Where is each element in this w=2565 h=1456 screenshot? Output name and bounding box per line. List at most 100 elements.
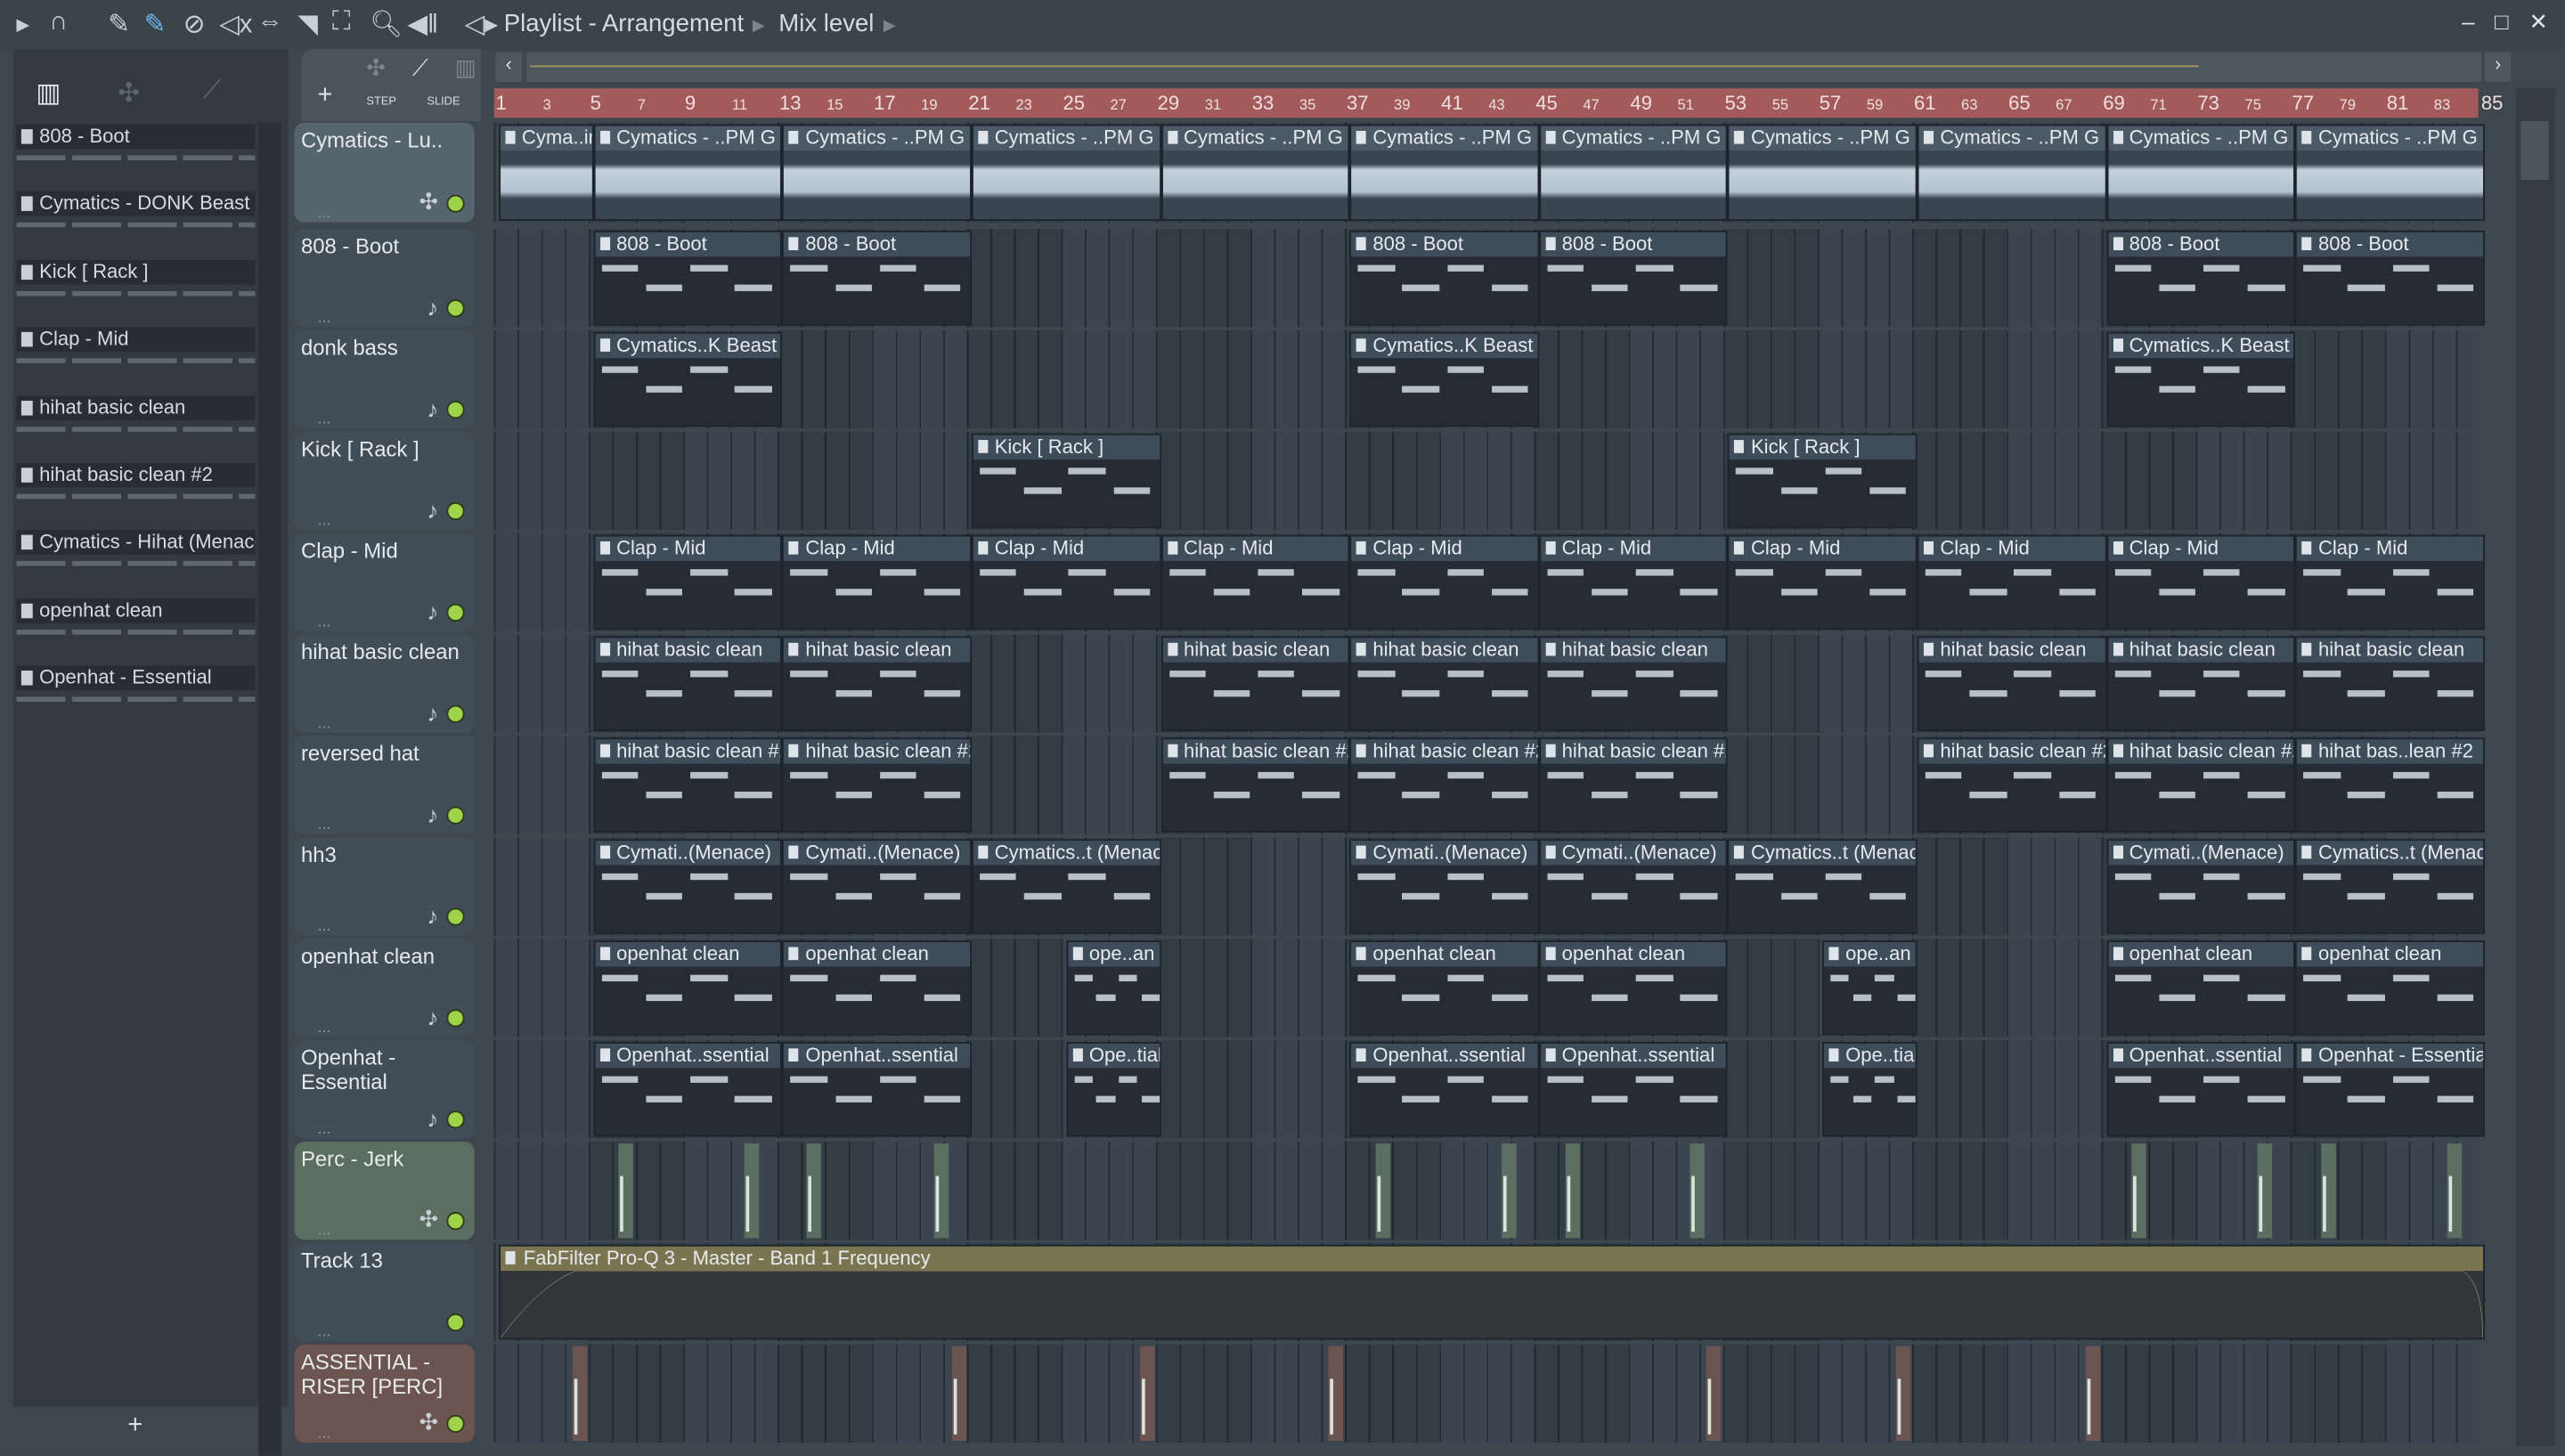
pattern-clip[interactable]: Openhat - Essential xyxy=(2295,1041,2485,1137)
audio-wave-icon[interactable]: ✣ xyxy=(118,77,140,110)
track-lane[interactable]: FabFilter Pro-Q 3 - Master - Band 1 Freq… xyxy=(493,1242,2485,1342)
audio-clip[interactable]: Cyma..in xyxy=(499,124,594,221)
sample-clip[interactable] xyxy=(2257,1143,2273,1239)
slide-toggle[interactable]: SLIDE xyxy=(427,96,460,108)
track-header[interactable]: Clap - Mid ♪... xyxy=(294,533,475,631)
sample-clip[interactable] xyxy=(952,1346,968,1442)
browser-item[interactable]: Cymatics - DONK Beast (C) xyxy=(16,191,256,217)
track-lane[interactable]: Cymatics..K Beast (C) Cymatics..K Beast (… xyxy=(493,330,2479,429)
pattern-clip[interactable]: Cymatics..t (Menace) xyxy=(971,839,1161,934)
automation-icon[interactable]: ⟋ xyxy=(203,77,222,106)
pattern-clip[interactable]: openhat clean xyxy=(2295,940,2485,1036)
audio-clip[interactable]: Cymatics - ..PM G Min xyxy=(971,124,1161,221)
piano-icon[interactable]: ▥ xyxy=(36,77,61,110)
pencil-icon[interactable]: ✎ xyxy=(108,8,130,41)
pattern-clip[interactable]: Cymati..(Menace) xyxy=(782,839,972,934)
audio-clip[interactable]: Cymatics - ..PM G Min xyxy=(1160,124,1350,221)
pattern-clip[interactable]: Kick [ Rack ] xyxy=(1728,433,1918,529)
track-lane[interactable]: hihat basic clean #2 hihat basic clean #2… xyxy=(493,736,2485,834)
track-lane[interactable]: Openhat..ssential Openhat..ssential Ope..t… xyxy=(493,1040,2485,1139)
speaker-icon[interactable]: ◁▸ xyxy=(465,8,498,41)
pattern-clip[interactable]: Clap - Mid xyxy=(593,534,783,630)
pattern-clip[interactable]: 808 - Boot xyxy=(2295,230,2485,326)
browser-item[interactable]: Clap - Mid xyxy=(16,327,256,353)
track-header[interactable]: donk bass ♪... xyxy=(294,330,475,429)
pattern-clip[interactable]: Cymatics..t (Menace) xyxy=(2295,839,2485,934)
track-header[interactable]: Openhat - Essential ♪... xyxy=(294,1040,475,1139)
sample-clip[interactable] xyxy=(572,1346,587,1442)
track-grip-icon[interactable]: ... xyxy=(317,715,330,733)
magnet-icon[interactable]: ∩ xyxy=(49,8,68,37)
piano-icon[interactable]: ▥ xyxy=(455,54,476,82)
browser-item[interactable]: hihat basic clean #2 xyxy=(16,462,256,488)
audio-clip[interactable]: Cymatics - ..PM G Min xyxy=(2105,124,2296,221)
pattern-clip[interactable]: openhat clean xyxy=(782,940,972,1036)
pattern-clip[interactable]: hihat basic clean #2 xyxy=(2105,737,2296,833)
automation-icon[interactable]: ⟋ xyxy=(412,54,428,82)
track-lane[interactable] xyxy=(493,1142,2479,1240)
pattern-clip[interactable]: Clap - Mid xyxy=(1538,534,1729,630)
sample-clip[interactable] xyxy=(1328,1346,1344,1442)
pattern-clip[interactable]: Clap - Mid xyxy=(1728,534,1918,630)
audio-clip[interactable]: Cymatics - ..PM G Min xyxy=(782,124,972,221)
pattern-clip[interactable]: hihat basic clean xyxy=(2295,636,2485,732)
track-lane[interactable]: hihat basic clean hihat basic clean hihat … xyxy=(493,634,2485,733)
track-header[interactable]: Cymatics - Lu.. ✣... xyxy=(294,122,475,223)
sample-clip[interactable] xyxy=(1706,1346,1722,1442)
breadcrumb-mix-level[interactable]: Mix level xyxy=(778,10,874,37)
track-enable-led[interactable] xyxy=(446,1414,465,1433)
pattern-clip[interactable]: Clap - Mid xyxy=(2295,534,2485,630)
arrangement-overview-scrollbar[interactable] xyxy=(526,52,2482,82)
pattern-clip[interactable]: hihat basic clean xyxy=(2105,636,2296,732)
scroll-right-button[interactable]: › xyxy=(2484,52,2512,82)
audio-clip[interactable]: Cymatics - ..PM G Min xyxy=(2295,124,2485,221)
audio-clip[interactable]: Cymatics - ..PM G Min xyxy=(1917,124,2106,221)
sample-clip[interactable] xyxy=(2132,1143,2147,1239)
add-track-button[interactable]: + xyxy=(317,82,332,111)
pattern-clip[interactable]: Clap - Mid xyxy=(1917,534,2106,630)
sample-clip[interactable] xyxy=(2447,1143,2462,1239)
browser-item[interactable]: hihat basic clean xyxy=(16,395,256,420)
pattern-clip[interactable]: Cymati..(Menace) xyxy=(1538,839,1729,934)
pattern-clip[interactable]: Clap - Mid xyxy=(971,534,1161,630)
track-grip-icon[interactable]: ... xyxy=(317,1425,330,1443)
pattern-clip[interactable]: hihat basic clean xyxy=(1160,636,1350,732)
paint-brush-icon[interactable]: ✎ xyxy=(144,8,167,41)
browser-item[interactable]: openhat clean xyxy=(16,598,256,623)
browser-item[interactable]: Kick [ Rack ] xyxy=(16,259,256,285)
track-header[interactable]: hihat basic clean ♪... xyxy=(294,634,475,733)
pattern-clip[interactable]: 808 - Boot xyxy=(1538,230,1729,326)
audio-clip[interactable]: Cymatics - ..PM G Min xyxy=(1349,124,1539,221)
sample-clip[interactable] xyxy=(745,1143,760,1239)
track-grip-icon[interactable]: ... xyxy=(317,309,330,327)
pattern-clip[interactable]: openhat clean xyxy=(1538,940,1729,1036)
pattern-clip[interactable]: hihat basic clean xyxy=(1538,636,1729,732)
sample-clip[interactable] xyxy=(1375,1143,1391,1239)
pattern-clip[interactable]: Cymatics..K Beast (C) xyxy=(1349,331,1539,427)
zoom-icon[interactable]: 🔍︎ xyxy=(370,8,403,41)
track-lane[interactable]: openhat clean openhat clean ope..an openhat… xyxy=(493,939,2485,1037)
track-enable-led[interactable] xyxy=(446,907,465,926)
sample-clip[interactable] xyxy=(806,1143,821,1239)
select-icon[interactable]: ⛶ xyxy=(332,8,351,37)
track-grip-icon[interactable]: ... xyxy=(317,1222,330,1240)
track-enable-led[interactable] xyxy=(446,603,465,622)
track-grip-icon[interactable]: ... xyxy=(317,614,330,631)
pattern-clip[interactable]: Ope..tial xyxy=(1822,1041,1918,1137)
pattern-clip[interactable]: Ope..tial xyxy=(1066,1041,1161,1137)
timeline-ruler[interactable]: 1 3 5 7 9 11 13 15 17 19 21 23 25 27 29 31 33 35 37 39 41 43 4… xyxy=(493,88,2503,118)
playback-icon[interactable]: ◀‖ xyxy=(407,8,438,41)
pattern-clip[interactable]: hihat basic clean #2 xyxy=(1160,737,1350,833)
pattern-clip[interactable]: Openhat..ssential xyxy=(1349,1041,1539,1137)
track-grip-icon[interactable]: ... xyxy=(317,1019,330,1037)
audio-clip[interactable]: Cymatics - ..PM G Min xyxy=(593,124,783,221)
track-enable-led[interactable] xyxy=(446,704,465,723)
step-toggle[interactable]: STEP xyxy=(366,96,396,108)
track-grip-icon[interactable]: ... xyxy=(317,411,330,428)
pattern-clip[interactable]: Cymati..(Menace) xyxy=(1349,839,1539,934)
maximize-button[interactable]: □ xyxy=(2495,8,2509,34)
pattern-clip[interactable]: openhat clean xyxy=(593,940,783,1036)
slice-icon[interactable]: ◥ xyxy=(297,8,318,41)
pattern-clip[interactable]: hihat basic clean xyxy=(593,636,783,732)
track-header[interactable]: ASSENTIAL - RISER [PERC] ✣... xyxy=(294,1344,475,1443)
